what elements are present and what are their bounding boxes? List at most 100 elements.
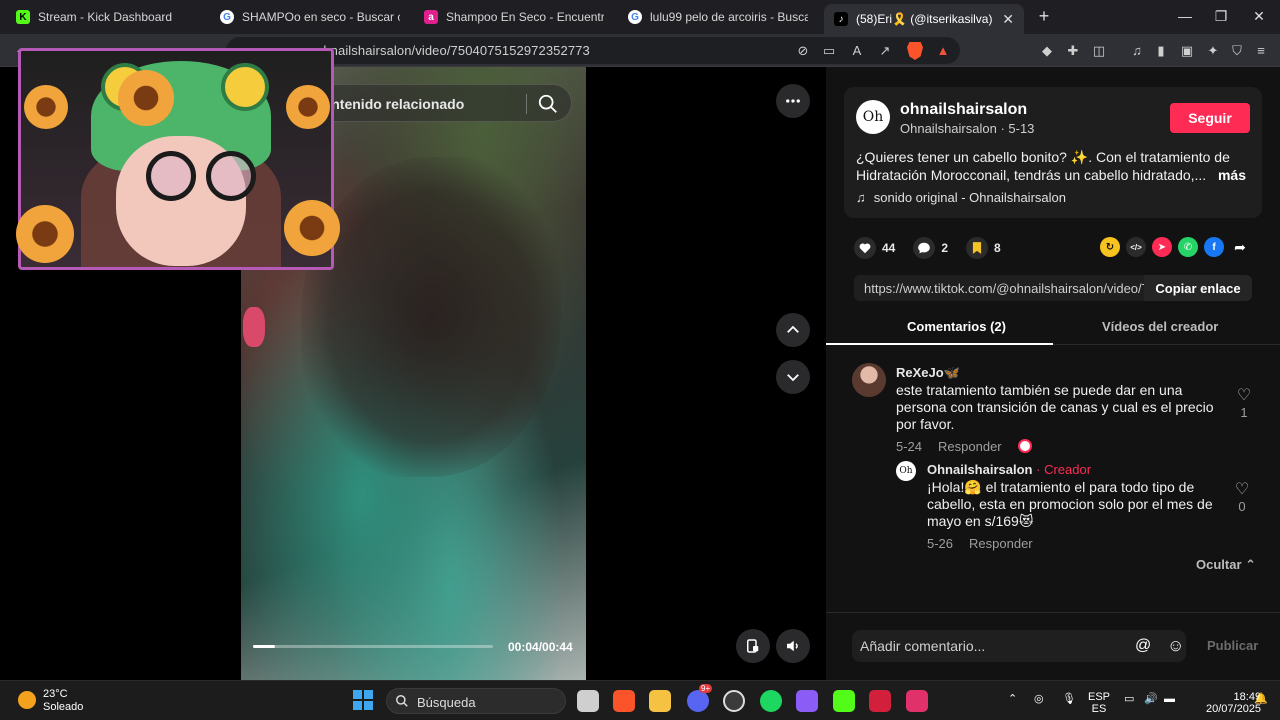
close-window-button[interactable]: ✕ [1246, 6, 1272, 26]
minimize-button[interactable]: — [1172, 6, 1198, 26]
author-avatar[interactable]: Oh [856, 100, 890, 134]
share-link-url[interactable]: https://www.tiktok.com/@ohnailshairsalon… [864, 281, 1144, 296]
share-icon[interactable]: ↗ [876, 42, 894, 60]
taskbar-search-label: Búsqueda [417, 695, 476, 710]
creator-badge: Creador [1044, 462, 1092, 477]
comment-bubble-icon [913, 237, 936, 259]
tab-google-search-2[interactable]: G lulu99 pelo de arcoiris - Buscar con G [618, 4, 818, 30]
commenter-avatar[interactable] [852, 363, 886, 397]
mention-icon[interactable]: @ [1135, 637, 1151, 655]
task-view-icon[interactable] [577, 690, 599, 712]
embed-icon[interactable]: </> [1126, 237, 1146, 257]
brave-rewards-icon[interactable]: ▲ [934, 42, 952, 60]
app-pink-icon[interactable] [906, 690, 928, 712]
video-time: 00:04/00:44 [508, 640, 573, 654]
translate-icon[interactable]: A [848, 42, 866, 60]
like-action[interactable]: 44 [854, 237, 895, 259]
copy-link-button[interactable]: Copiar enlace [1144, 275, 1252, 301]
video-frame-lips [243, 307, 265, 347]
share-arrow-icon[interactable]: ➦ [1230, 237, 1250, 257]
creator-avatar[interactable]: Oh [896, 461, 916, 481]
tab-label: lulu99 pelo de arcoiris - Buscar con G [650, 10, 808, 24]
commenter-name[interactable]: ReXeJo🦋 [896, 365, 960, 381]
microphone-icon[interactable]: 🎙 [1062, 693, 1076, 705]
bookmark-icon [966, 237, 989, 259]
tab-tiktok[interactable]: ♪ (58)Eri🎗️ (@itserikasilva) | Tik ✕ [824, 4, 1024, 34]
network-icon[interactable]: ▭ [1124, 693, 1134, 705]
weather-widget[interactable]: 23°C Soleado [43, 688, 83, 714]
brave-taskbar-icon[interactable] [613, 690, 635, 712]
avatar-glasses-right [206, 151, 256, 201]
clock[interactable]: 18:49 20/07/2025 [1206, 691, 1261, 715]
video-progress-bar[interactable] [253, 645, 493, 648]
notifications-icon[interactable]: 🔔 [1254, 693, 1268, 705]
tab-close-icon[interactable]: ✕ [1002, 11, 1014, 28]
reply-like-count: 0 [1238, 499, 1246, 514]
file-explorer-icon[interactable] [649, 690, 671, 712]
sound-link[interactable]: ♫ sonido original - Ohnailshairsalon [856, 190, 1066, 205]
obs-icon[interactable] [723, 690, 745, 712]
sunflower-decoration [16, 205, 74, 263]
spotify-icon[interactable] [760, 690, 782, 712]
reply-text: ¡Hola!🤗 el tratamiento el para todo tipo… [927, 479, 1213, 529]
wallet-icon[interactable]: ▣ [1178, 42, 1196, 60]
floating-player-button[interactable] [736, 629, 770, 663]
app-red-icon[interactable] [869, 690, 891, 712]
weather-condition: Soleado [43, 701, 84, 713]
panel-tabs: Comentarios (2) Vídeos del creador [826, 311, 1280, 345]
tab-shampoo-store[interactable]: a Shampoo En Seco - Encuentra los me [414, 4, 614, 30]
reply-button[interactable]: Responder [938, 439, 1002, 454]
tab-google-search-1[interactable]: G SHAMPOo en seco - Buscar con Goo [210, 4, 410, 30]
sunflower-decoration [286, 85, 330, 129]
hide-replies-button[interactable]: Ocultar ⌃ [1196, 557, 1256, 573]
publish-button[interactable]: Publicar [1207, 638, 1258, 653]
follow-button[interactable]: Seguir [1170, 103, 1250, 133]
next-video-button[interactable] [776, 360, 810, 394]
reply-author[interactable]: Ohnailshairsalon · Creador [927, 462, 1091, 477]
tab-comments[interactable]: Comentarios (2) [907, 319, 1006, 334]
streamer-app-icon[interactable] [796, 690, 818, 712]
maximize-button[interactable]: ❐ [1208, 6, 1234, 26]
sun-icon[interactable] [18, 691, 36, 709]
tray-app-icon[interactable]: ◎ [1034, 693, 1044, 705]
volume-icon[interactable]: 🔊 [1144, 693, 1158, 705]
sidebar-icon[interactable]: ▮ [1152, 42, 1170, 60]
menu-icon[interactable]: ≡ [1252, 42, 1270, 60]
tab-label: SHAMPOo en seco - Buscar con Goo [242, 10, 400, 24]
media-icon[interactable]: ♫ [1128, 42, 1146, 60]
battery-icon[interactable]: ▬ [1164, 693, 1175, 705]
more-options-button[interactable] [776, 84, 810, 118]
comment-like[interactable]: ♡ 1 [1234, 385, 1254, 420]
author-name[interactable]: ohnailshairsalon [900, 101, 1027, 119]
save-action[interactable]: 8 [966, 237, 1001, 259]
emoji-icon[interactable]: ☺ [1167, 636, 1184, 656]
discord-icon[interactable]: 9+ [687, 684, 713, 712]
comment-action[interactable]: 2 [913, 237, 948, 259]
vpn-icon[interactable]: ⛉ [1228, 42, 1246, 60]
screenshot-icon[interactable]: ◫ [1090, 42, 1108, 60]
facebook-icon[interactable]: f [1204, 237, 1224, 257]
volume-button[interactable] [776, 629, 810, 663]
tray-overflow-icon[interactable]: ⌃ [1008, 693, 1017, 705]
new-tab-button[interactable]: + [1034, 6, 1054, 26]
taskbar-search[interactable]: Búsqueda [386, 688, 566, 714]
repost-icon[interactable]: ↻ [1100, 237, 1120, 257]
reply-meta: 5-26 Responder [927, 536, 1033, 551]
whatsapp-icon[interactable]: ✆ [1178, 237, 1198, 257]
reply-button[interactable]: Responder [969, 536, 1033, 551]
reader-off-icon[interactable]: ⊘ [794, 42, 812, 60]
tab-creator-videos[interactable]: Vídeos del creador [1102, 319, 1218, 334]
previous-video-button[interactable] [776, 313, 810, 347]
reply-like[interactable]: ♡ 0 [1232, 479, 1252, 514]
leo-ai-icon[interactable]: ✦ [1204, 42, 1222, 60]
extensions-icon[interactable]: ✚ [1064, 42, 1082, 60]
cast-icon[interactable]: ▭ [820, 42, 838, 60]
minecraft-icon[interactable] [833, 690, 855, 712]
start-button[interactable] [353, 690, 373, 710]
search-icon[interactable] [537, 93, 559, 115]
send-icon[interactable]: ➤ [1152, 237, 1172, 257]
more-button[interactable]: más [1218, 166, 1246, 184]
tab-kick-dashboard[interactable]: K Stream - Kick Dashboard [6, 4, 206, 30]
language-indicator[interactable]: ESP ES [1088, 691, 1110, 715]
extension-diamond-icon[interactable]: ◆ [1038, 42, 1056, 60]
